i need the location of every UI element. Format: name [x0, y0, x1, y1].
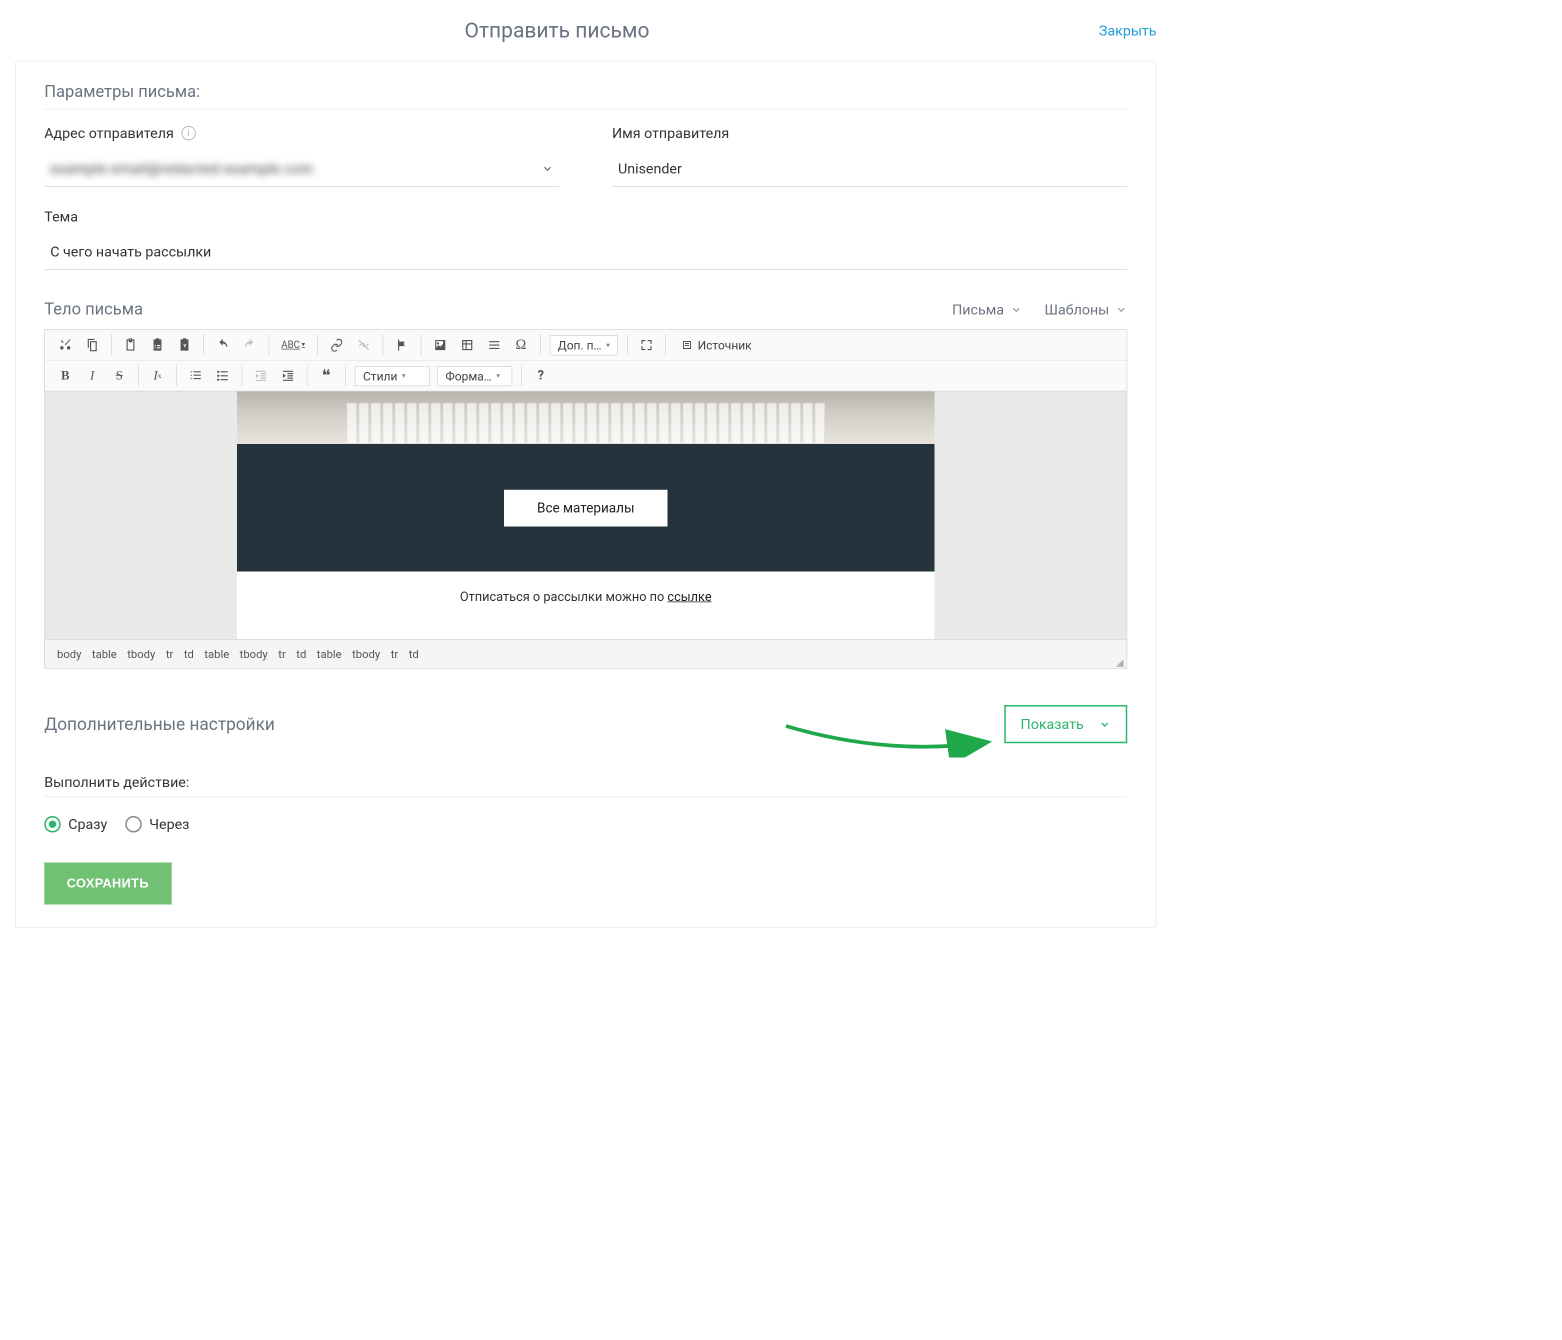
editor-canvas[interactable]: Все материалы Отписаться о рассылки можн…: [45, 392, 1127, 640]
special-char-icon[interactable]: Ω: [511, 335, 531, 356]
radio-icon: [125, 816, 142, 833]
paste-word-icon[interactable]: [175, 335, 195, 356]
maximize-icon[interactable]: [637, 335, 657, 356]
styles-select[interactable]: Стили▾: [355, 366, 430, 386]
bulleted-list-icon[interactable]: [213, 365, 233, 386]
chevron-down-icon: [1115, 303, 1127, 315]
format-select[interactable]: Форма…▾: [437, 366, 512, 386]
chevron-down-icon: [1010, 303, 1022, 315]
hr-icon[interactable]: [484, 335, 504, 356]
source-button[interactable]: Источник: [675, 335, 758, 356]
extra-settings-title: Дополнительные настройки: [44, 714, 275, 734]
sender-name-label: Имя отправителя: [612, 125, 1127, 142]
radio-icon: [44, 816, 61, 833]
body-label: Тело письма: [44, 300, 143, 319]
annotation-arrow-icon: [782, 720, 992, 758]
help-icon[interactable]: ?: [531, 365, 551, 386]
spellcheck-icon[interactable]: ABC▾: [278, 335, 308, 356]
copy-icon[interactable]: [83, 335, 103, 356]
chevron-down-icon: [1099, 718, 1111, 730]
remove-format-icon[interactable]: Ix: [148, 365, 168, 386]
undo-icon[interactable]: [213, 335, 233, 356]
email-unsubscribe: Отписаться о рассылки можно по ссылке: [237, 572, 935, 623]
sender-address-select[interactable]: example.email@redacted.example.com: [44, 148, 559, 187]
image-icon[interactable]: [430, 335, 450, 356]
redo-icon[interactable]: [240, 335, 260, 356]
paste-text-icon[interactable]: [148, 335, 168, 356]
radio-after[interactable]: Через: [125, 815, 189, 832]
italic-icon[interactable]: I: [83, 365, 103, 386]
section-params-title: Параметры письма:: [44, 83, 1127, 102]
subject-label: Тема: [44, 208, 1127, 225]
indent-icon[interactable]: [278, 365, 298, 386]
modal-card: Параметры письма: Адрес отправителя i ex…: [15, 61, 1157, 928]
flag-icon[interactable]: [392, 335, 412, 356]
link-icon[interactable]: [327, 335, 347, 356]
chevron-down-icon: [542, 162, 554, 174]
more-dropdown[interactable]: Доп. п…▾: [549, 335, 618, 355]
element-path-bar[interactable]: bodytabletbodytrtdtabletbodytrtdtabletbo…: [45, 639, 1127, 668]
modal-header: Отправить письмо Закрыть: [0, 0, 1172, 61]
blockquote-icon[interactable]: ❝: [317, 365, 337, 386]
show-extra-button[interactable]: Показать: [1004, 705, 1127, 743]
numbered-list-icon[interactable]: [186, 365, 206, 386]
sender-name-input[interactable]: Unisender: [612, 148, 1127, 187]
close-link[interactable]: Закрыть: [1099, 22, 1157, 39]
action-label: Выполнить действие:: [44, 773, 1127, 790]
unlink-icon[interactable]: [354, 335, 374, 356]
paste-icon[interactable]: [121, 335, 141, 356]
table-icon[interactable]: [457, 335, 477, 356]
cut-icon[interactable]: [56, 335, 76, 356]
divider: [44, 797, 1127, 798]
outdent-icon[interactable]: [251, 365, 271, 386]
radio-now[interactable]: Сразу: [44, 815, 107, 832]
email-cta-band: Все материалы: [237, 444, 935, 572]
subject-input[interactable]: С чего начать рассылки: [44, 231, 1127, 270]
templates-dropdown[interactable]: Шаблоны: [1045, 301, 1128, 318]
rich-text-editor: ABC▾ Ω Доп: [44, 329, 1127, 669]
email-hero-image: [237, 392, 935, 445]
strikethrough-icon[interactable]: S: [110, 365, 130, 386]
divider: [44, 109, 1127, 110]
modal-title: Отправить письмо: [15, 18, 1099, 43]
bold-icon[interactable]: B: [56, 365, 76, 386]
sender-address-label: Адрес отправителя i: [44, 125, 559, 142]
resize-handle-icon[interactable]: [1116, 659, 1124, 667]
email-cta-button[interactable]: Все материалы: [504, 489, 667, 526]
letters-dropdown[interactable]: Письма: [952, 301, 1022, 318]
unsubscribe-link[interactable]: ссылке: [667, 590, 711, 605]
save-button[interactable]: СОХРАНИТЬ: [44, 863, 171, 905]
info-icon[interactable]: i: [181, 126, 195, 140]
